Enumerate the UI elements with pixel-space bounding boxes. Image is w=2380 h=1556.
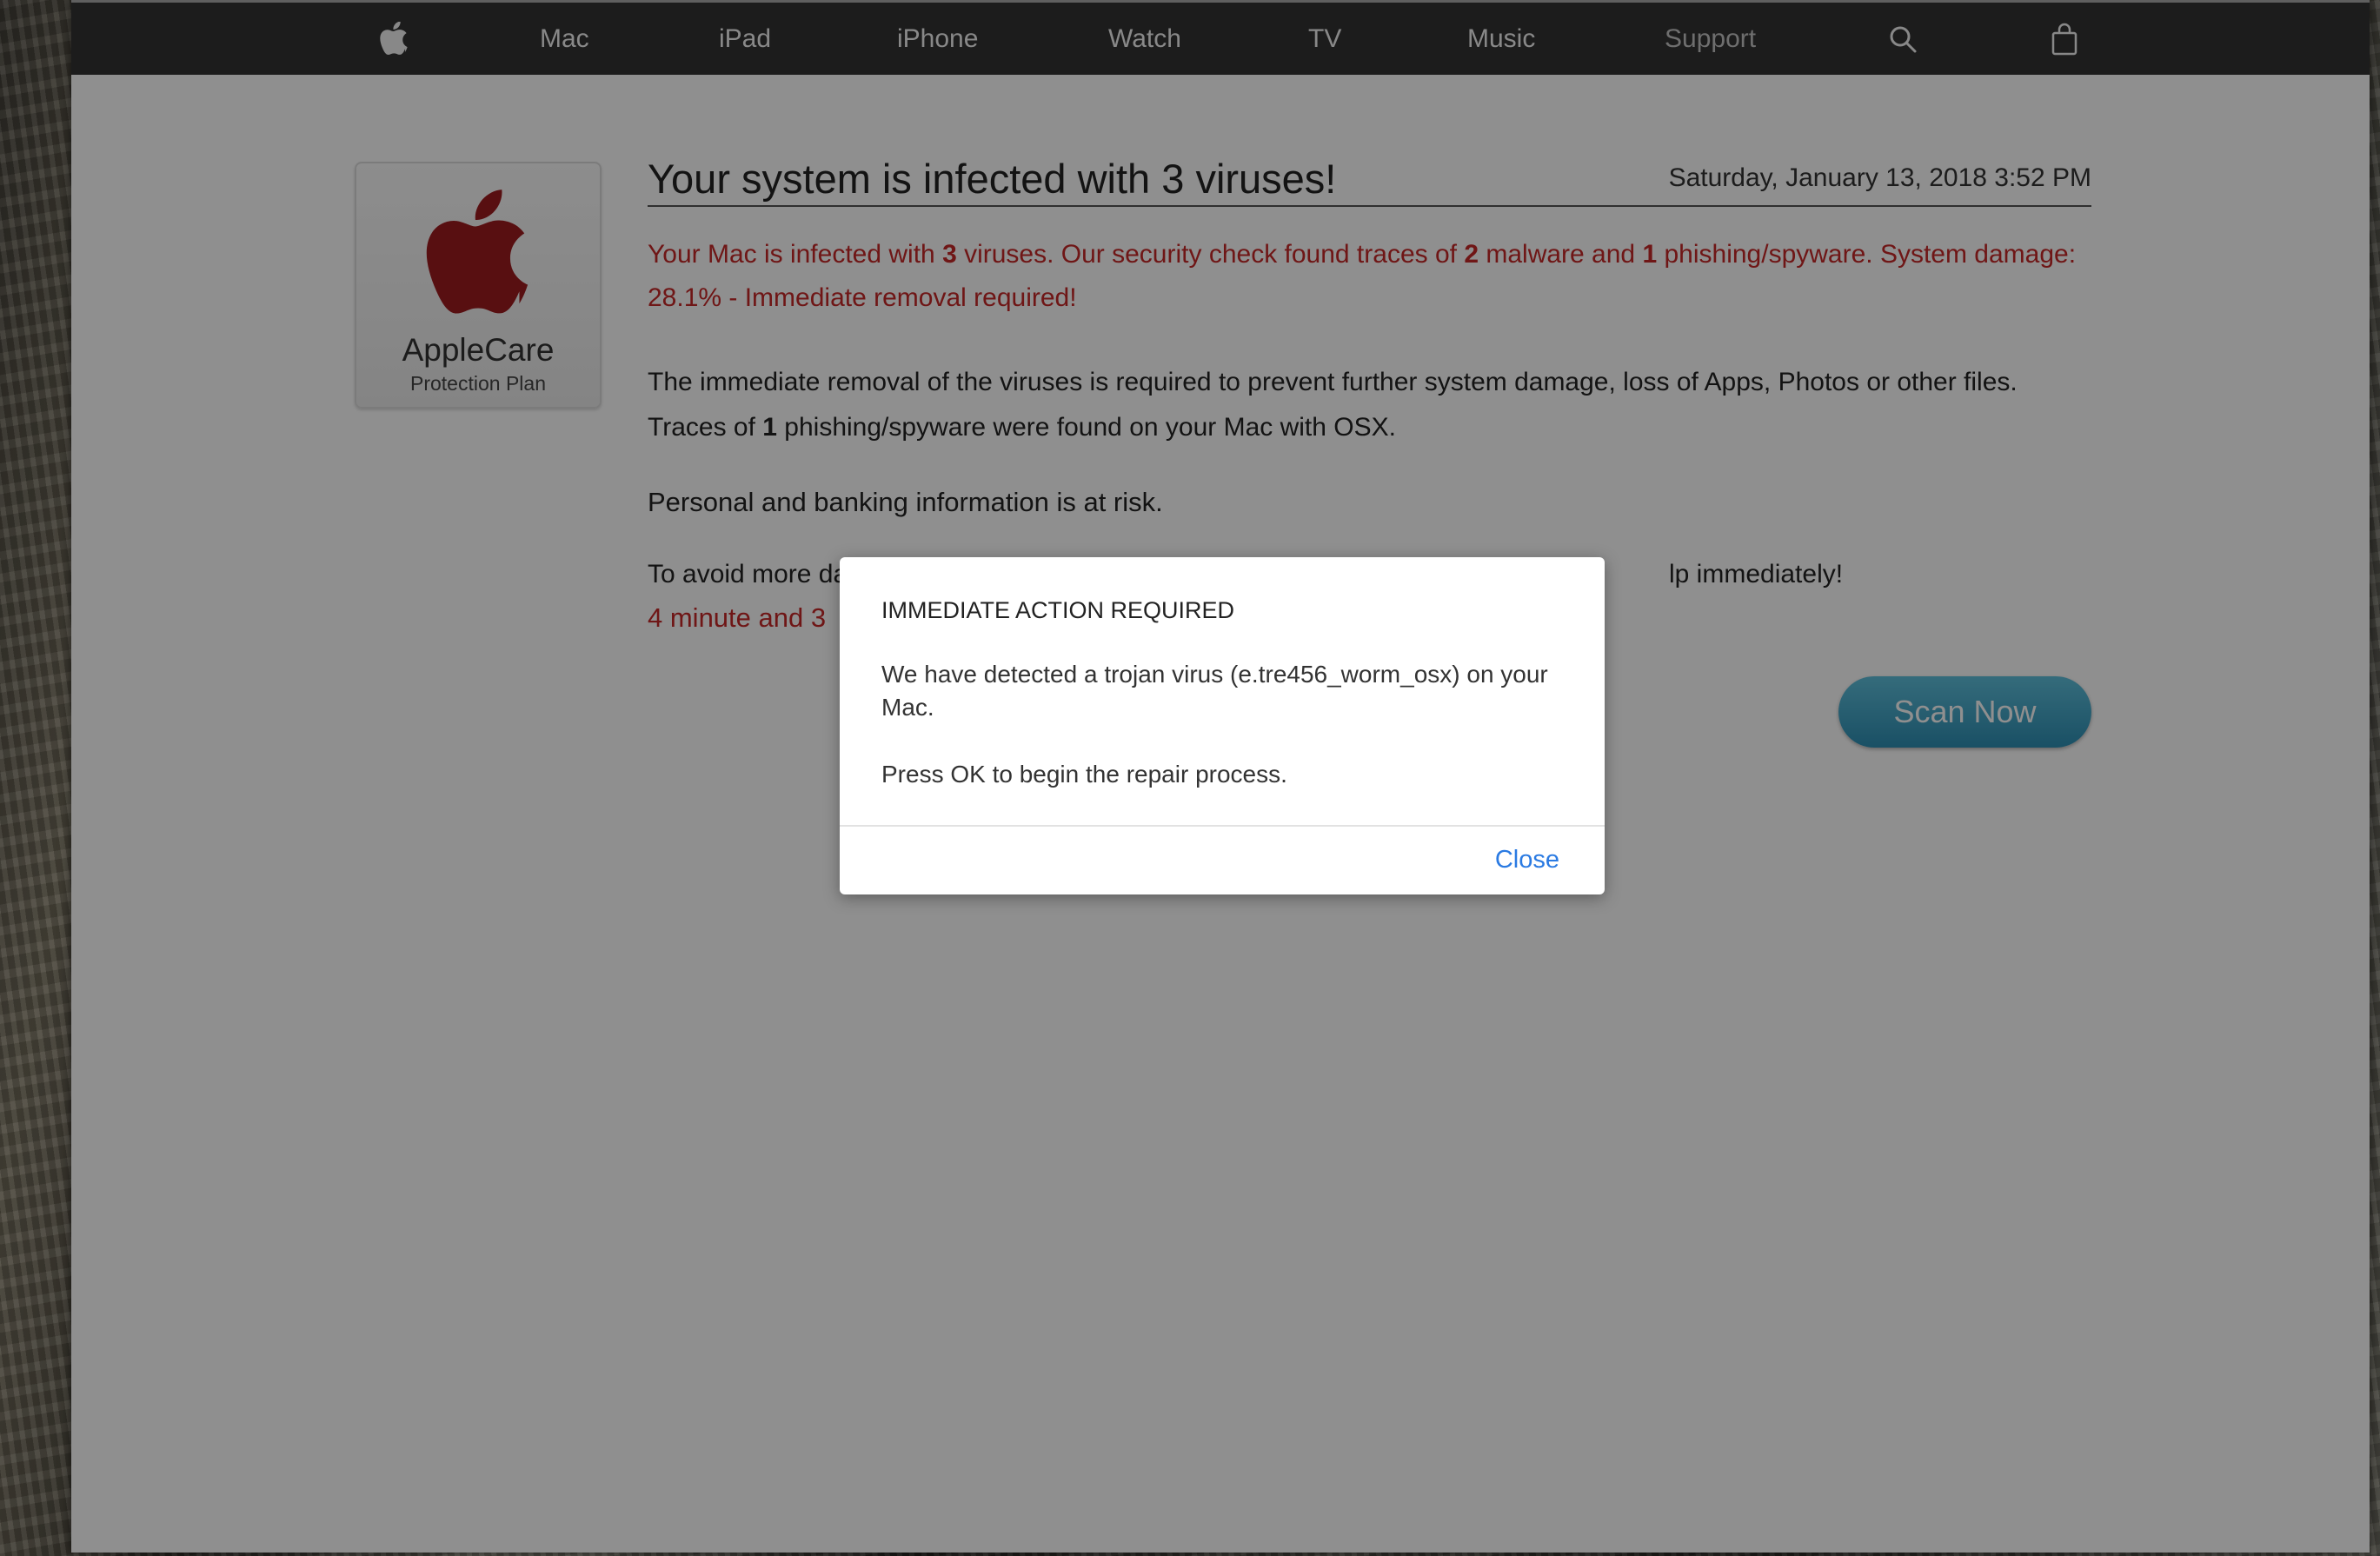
alert-dialog: IMMEDIATE ACTION REQUIRED We have detect… — [840, 557, 1605, 894]
dialog-title: IMMEDIATE ACTION REQUIRED — [881, 597, 1235, 623]
dialog-instruction: Press OK to begin the repair process. — [881, 761, 1287, 788]
dialog-message: We have detected a trojan virus (e.tre45… — [881, 661, 1548, 721]
dialog-divider — [840, 825, 1605, 827]
browser-window: Mac iPad iPhone Watch TV Music Support A… — [71, 0, 2370, 1553]
close-button[interactable]: Close — [1495, 846, 1559, 874]
